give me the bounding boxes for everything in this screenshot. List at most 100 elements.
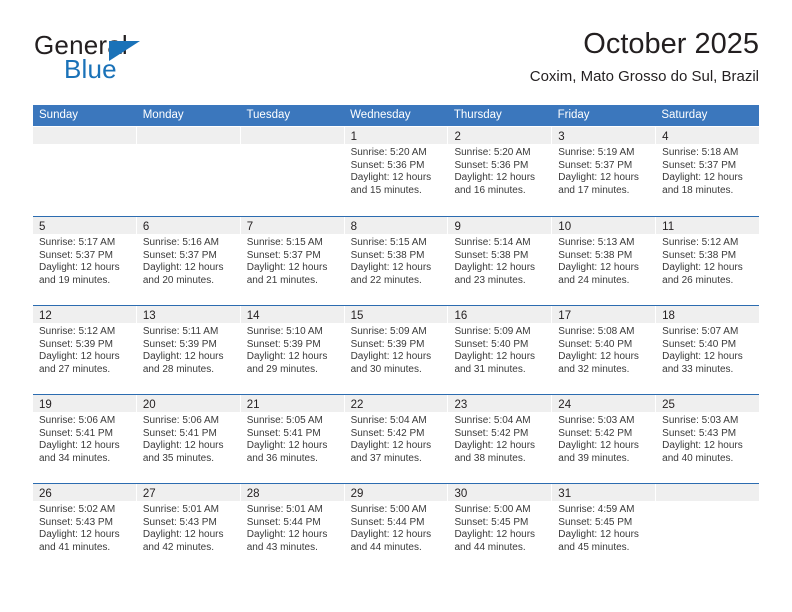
day-cell[interactable]: 25 Sunrise: 5:03 AM Sunset: 5:43 PM Dayligh… [656, 395, 760, 483]
sunset-text: Sunset: 5:38 PM [350, 249, 425, 261]
day-cell[interactable]: 13 Sunrise: 5:11 AM Sunset: 5:39 PM Dayligh… [136, 306, 241, 394]
day-cell[interactable]: 20 Sunrise: 5:06 AM Sunset: 5:41 PM Dayligh… [136, 395, 241, 483]
sunrise-text: Sunrise: 5:12 AM [662, 237, 739, 248]
daylight-text-line2: and 32 minutes. [558, 363, 630, 375]
day-number-band: 12 [33, 306, 136, 323]
day-details: Sunrise: 5:02 AM Sunset: 5:43 PM Daylight:… [33, 501, 136, 554]
sunrise-text: Sunrise: 5:12 AM [39, 326, 116, 337]
daylight-text-line1: Daylight: 12 hours [39, 440, 120, 452]
day-cell[interactable]: 5 Sunrise: 5:17 AM Sunset: 5:37 PM Daylight… [33, 217, 137, 305]
day-cell[interactable]: 21 Sunrise: 5:05 AM Sunset: 5:41 PM Dayligh… [240, 395, 345, 483]
day-cell[interactable]: 27 Sunrise: 5:01 AM Sunset: 5:43 PM Dayligh… [136, 484, 241, 572]
sunrise-text: Sunrise: 5:15 AM [350, 237, 427, 248]
sunrise-text: Sunrise: 5:20 AM [350, 147, 427, 158]
weekday-header-saturday: Saturday [661, 109, 708, 121]
day-number: 30 [454, 488, 468, 500]
daylight-text-line1: Daylight: 12 hours [558, 351, 639, 363]
day-cell[interactable]: 14 Sunrise: 5:10 AM Sunset: 5:39 PM Dayligh… [240, 306, 345, 394]
day-number: 15 [350, 310, 364, 322]
daylight-text-line1: Daylight: 12 hours [558, 529, 639, 541]
logo-text-blue: Blue [64, 54, 117, 84]
day-number: 10 [558, 221, 572, 233]
sunset-text: Sunset: 5:39 PM [246, 338, 321, 350]
sunrise-text: Sunrise: 5:09 AM [350, 326, 427, 337]
location-subtitle: Coxim, Mato Grosso do Sul, Brazil [529, 68, 759, 85]
day-number: 13 [142, 310, 156, 322]
daylight-text-line2: and 37 minutes. [350, 452, 422, 464]
weekday-header-row: Sunday Monday Tuesday Wednesday Thursday Frid… [33, 105, 759, 126]
day-cell[interactable]: 15 Sunrise: 5:09 AM Sunset: 5:39 PM Dayligh… [344, 306, 449, 394]
day-cell[interactable]: 11 Sunrise: 5:12 AM Sunset: 5:38 PM Dayligh… [656, 217, 760, 305]
day-cell[interactable]: 1 Sunrise: 5:20 AM Sunset: 5:36 PM Daylight… [344, 127, 449, 216]
day-cell[interactable]: 2 Sunrise: 5:20 AM Sunset: 5:36 PM Daylight… [448, 127, 553, 216]
day-number: 21 [246, 399, 260, 411]
day-cell[interactable]: 6 Sunrise: 5:16 AM Sunset: 5:37 PM Daylight… [136, 217, 241, 305]
day-number: 20 [142, 399, 156, 411]
day-cell[interactable]: 10 Sunrise: 5:13 AM Sunset: 5:38 PM Dayligh… [552, 217, 657, 305]
day-number: 6 [142, 221, 150, 233]
sunrise-text: Sunrise: 5:03 AM [662, 415, 739, 426]
sunset-text: Sunset: 5:44 PM [350, 516, 425, 528]
day-cell[interactable]: 29 Sunrise: 5:00 AM Sunset: 5:44 PM Dayligh… [344, 484, 449, 572]
daylight-text-line2: and 26 minutes. [662, 274, 734, 286]
daylight-text-line2: and 45 minutes. [558, 541, 630, 553]
sunset-text: Sunset: 5:40 PM [662, 338, 737, 350]
day-cell[interactable]: 16 Sunrise: 5:09 AM Sunset: 5:40 PM Dayligh… [448, 306, 553, 394]
day-cell[interactable]: 12 Sunrise: 5:12 AM Sunset: 5:39 PM Dayligh… [33, 306, 137, 394]
daylight-text-line1: Daylight: 12 hours [454, 440, 536, 452]
daylight-text-line1: Daylight: 12 hours [454, 529, 536, 541]
weekday-header-tuesday: Tuesday [246, 109, 291, 121]
sunrise-text: Sunrise: 5:09 AM [454, 326, 531, 337]
day-number-band: 17 [552, 306, 656, 323]
day-number: 3 [558, 131, 565, 143]
sunrise-text: Sunrise: 5:08 AM [558, 326, 635, 337]
daylight-text-line2: and 16 minutes. [454, 184, 526, 196]
day-cell[interactable]: 9 Sunrise: 5:14 AM Sunset: 5:38 PM Daylight… [448, 217, 553, 305]
daylight-text-line1: Daylight: 12 hours [350, 440, 432, 452]
daylight-text-line2: and 15 minutes. [350, 184, 422, 196]
day-details: Sunrise: 5:04 AM Sunset: 5:42 PM Daylight:… [345, 412, 448, 465]
day-number: 31 [558, 488, 572, 500]
day-cell-empty [656, 484, 760, 572]
title-block: October 2025 Coxim, Mato Grosso do Sul, … [530, 26, 759, 86]
day-cell[interactable]: 28 Sunrise: 5:01 AM Sunset: 5:44 PM Dayligh… [240, 484, 345, 572]
calendar-page: General Blue October 2025 Coxim, Mato Gr… [0, 0, 792, 612]
day-cell[interactable]: 17 Sunrise: 5:08 AM Sunset: 5:40 PM Dayligh… [552, 306, 657, 394]
weekday-header-sunday: Sunday [39, 109, 79, 121]
sunset-text: Sunset: 5:38 PM [454, 249, 529, 261]
sunset-text: Sunset: 5:41 PM [142, 427, 217, 439]
day-cell[interactable]: 26 Sunrise: 5:02 AM Sunset: 5:43 PM Dayligh… [33, 484, 137, 572]
day-number-band [656, 484, 760, 501]
day-details: Sunrise: 5:09 AM Sunset: 5:39 PM Daylight:… [345, 323, 448, 376]
day-cell[interactable]: 24 Sunrise: 5:03 AM Sunset: 5:42 PM Dayligh… [552, 395, 657, 483]
day-cell[interactable]: 18 Sunrise: 5:07 AM Sunset: 5:40 PM Dayligh… [656, 306, 760, 394]
day-cell[interactable]: 3 Sunrise: 5:19 AM Sunset: 5:37 PM Daylight… [552, 127, 657, 216]
day-cell[interactable]: 8 Sunrise: 5:15 AM Sunset: 5:38 PM Daylight… [344, 217, 449, 305]
day-cell[interactable]: 23 Sunrise: 5:04 AM Sunset: 5:42 PM Dayligh… [448, 395, 553, 483]
day-details: Sunrise: 5:20 AM Sunset: 5:36 PM Daylight:… [345, 144, 448, 197]
day-cell[interactable]: 31 Sunrise: 4:59 AM Sunset: 5:45 PM Dayligh… [552, 484, 657, 572]
daylight-text-line1: Daylight: 12 hours [39, 529, 120, 541]
daylight-text-line1: Daylight: 12 hours [246, 351, 328, 363]
day-cell[interactable]: 22 Sunrise: 5:04 AM Sunset: 5:42 PM Dayligh… [344, 395, 449, 483]
day-cell[interactable]: 7 Sunrise: 5:15 AM Sunset: 5:37 PM Daylight… [240, 217, 345, 305]
day-cell[interactable]: 30 Sunrise: 5:00 AM Sunset: 5:45 PM Dayligh… [448, 484, 553, 572]
sunset-text: Sunset: 5:42 PM [454, 427, 529, 439]
sunrise-text: Sunrise: 5:16 AM [142, 237, 220, 248]
day-number: 26 [39, 488, 52, 500]
day-number-band: 14 [240, 306, 344, 323]
daylight-text-line2: and 27 minutes. [39, 363, 111, 375]
sunset-text: Sunset: 5:39 PM [350, 338, 425, 350]
daylight-text-line2: and 28 minutes. [142, 363, 215, 375]
day-cell[interactable]: 4 Sunrise: 5:18 AM Sunset: 5:37 PM Daylight… [656, 127, 760, 216]
sunset-text: Sunset: 5:42 PM [558, 427, 633, 439]
general-blue-logo[interactable]: General Blue [33, 30, 263, 90]
sunset-text: Sunset: 5:43 PM [142, 516, 217, 528]
day-number: 12 [39, 310, 52, 322]
calendar-week-row: 1 Sunrise: 5:20 AM Sunset: 5:36 PM Daylight… [33, 127, 760, 216]
sunset-text: Sunset: 5:37 PM [246, 249, 321, 261]
sunset-text: Sunset: 5:40 PM [454, 338, 529, 350]
day-cell[interactable]: 19 Sunrise: 5:06 AM Sunset: 5:41 PM Dayligh… [33, 395, 137, 483]
day-number-band: 25 [656, 395, 760, 412]
daylight-text-line1: Daylight: 12 hours [142, 262, 224, 274]
